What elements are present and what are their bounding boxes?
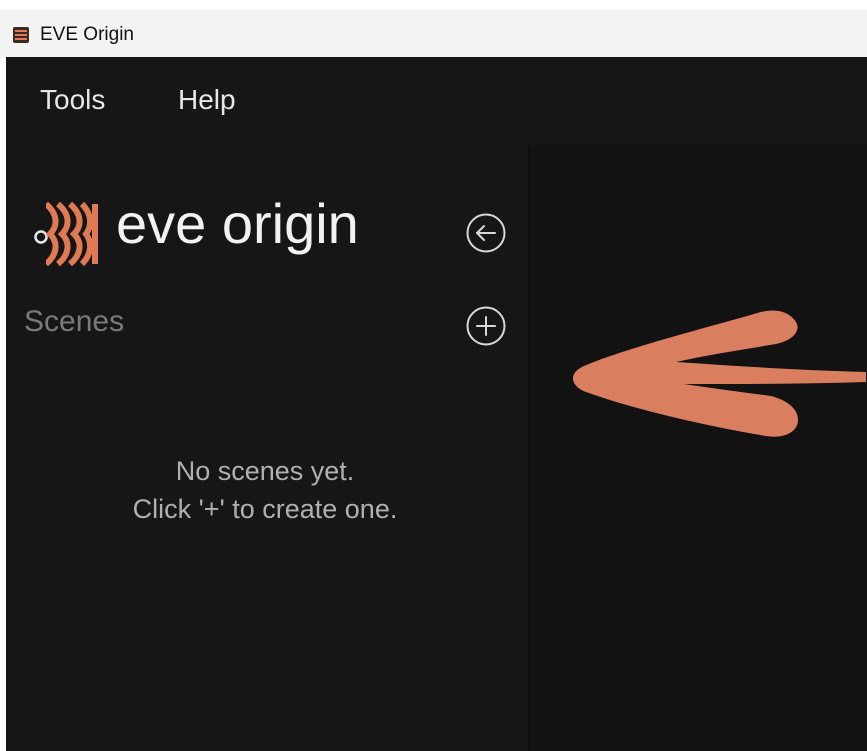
empty-state-line-2: Click '+' to create one. <box>132 494 398 524</box>
brand-name: eve origin <box>116 192 359 255</box>
eve-logo-icon <box>34 200 98 268</box>
collapse-sidebar-button[interactable] <box>466 213 506 253</box>
app-window: Tools Help eve origin Scenes No scenes y… <box>6 57 867 751</box>
window-title: EVE Origin <box>40 24 134 45</box>
add-scene-button[interactable] <box>466 306 506 346</box>
app-icon <box>13 27 29 43</box>
window-titlebar: EVE Origin <box>0 10 867 57</box>
menu-tools[interactable]: Tools <box>40 84 105 116</box>
scenes-empty-state: No scenes yet. Click '+' to create one. <box>6 452 524 528</box>
menu-help[interactable]: Help <box>178 84 236 116</box>
menubar: Tools Help <box>6 57 867 145</box>
scenes-section-title: Scenes <box>24 305 125 338</box>
empty-state-line-1: No scenes yet. <box>175 456 355 486</box>
arrow-left-annotation <box>572 310 866 437</box>
main-viewport <box>530 145 867 751</box>
sidebar: eve origin Scenes No scenes yet. Click '… <box>6 145 528 751</box>
screen: EVE Origin Tools Help eve origin Scenes … <box>0 0 867 751</box>
